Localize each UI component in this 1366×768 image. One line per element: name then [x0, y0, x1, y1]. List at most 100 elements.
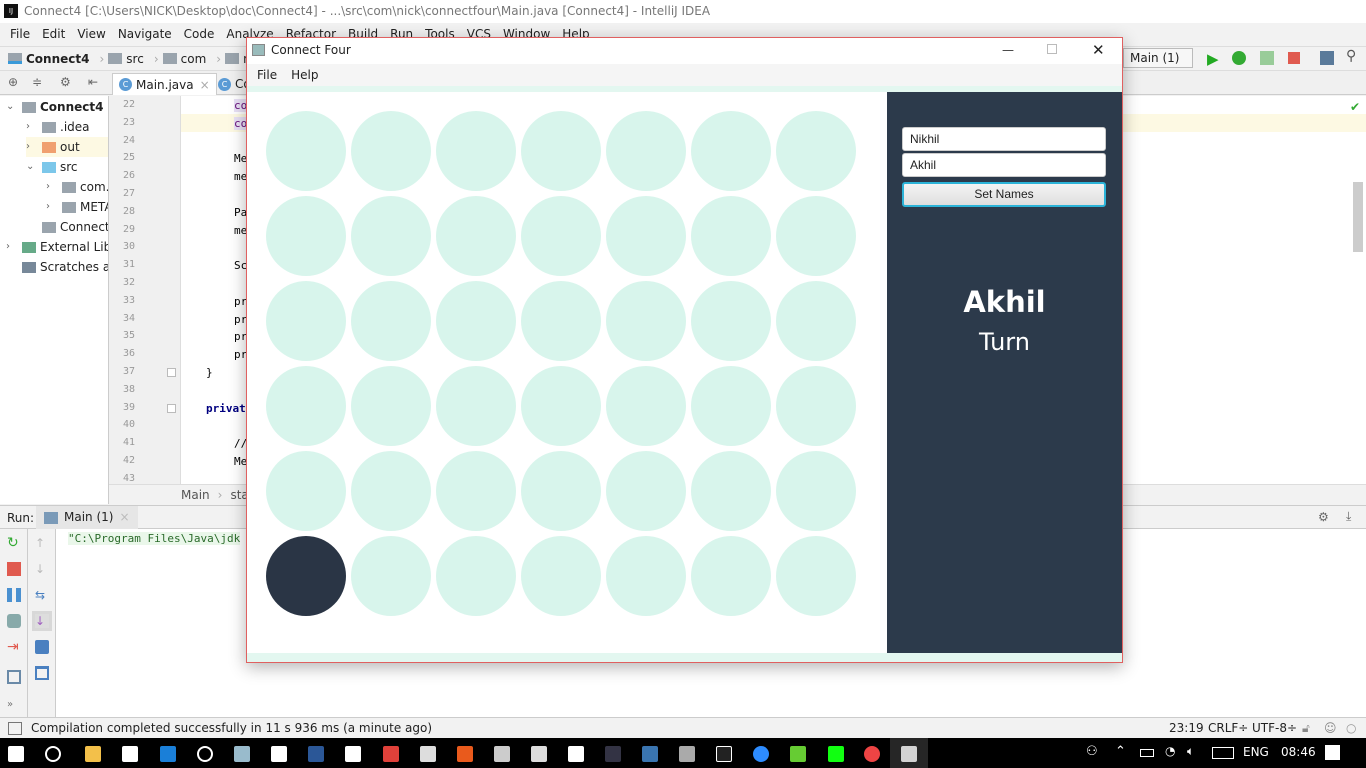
word-icon[interactable] [308, 746, 324, 762]
battery-icon[interactable] [1140, 749, 1154, 757]
close-icon[interactable]: × [200, 78, 210, 92]
notepad-icon[interactable] [234, 746, 250, 762]
empty-slot[interactable] [606, 281, 686, 361]
menu-file[interactable]: File [4, 23, 36, 45]
close-button[interactable]: ✕ [1092, 38, 1105, 62]
chevron-right-icon[interactable]: › [46, 177, 56, 197]
project-structure-icon[interactable] [1320, 51, 1334, 65]
empty-slot[interactable] [351, 366, 431, 446]
intellij-icon[interactable] [716, 746, 732, 762]
tree-item[interactable]: › META [46, 197, 108, 217]
empty-slot[interactable] [351, 451, 431, 531]
breadcrumb-connect4[interactable]: Connect4 [8, 52, 89, 66]
crumb-main[interactable]: Main [181, 488, 210, 502]
menu-code[interactable]: Code [178, 23, 221, 45]
wifi-icon[interactable]: ◔ [1165, 744, 1175, 758]
empty-slot[interactable] [351, 196, 431, 276]
layout-icon[interactable] [7, 670, 21, 684]
maximize-button[interactable] [1047, 44, 1057, 54]
empty-slot[interactable] [691, 366, 771, 446]
stop-icon[interactable] [1288, 52, 1300, 64]
drive-icon[interactable] [679, 746, 695, 762]
tree-item[interactable]: ⌄ src [26, 157, 78, 177]
start-icon[interactable] [8, 746, 24, 762]
android-icon[interactable] [790, 746, 806, 762]
office-icon[interactable] [457, 746, 473, 762]
fold-marker-icon[interactable] [167, 368, 176, 377]
menu-help[interactable]: Help [291, 64, 318, 86]
close-icon[interactable]: × [119, 506, 129, 529]
nox-icon[interactable] [605, 746, 621, 762]
menu-view[interactable]: View [71, 23, 111, 45]
debug-icon[interactable] [1232, 51, 1246, 65]
empty-slot[interactable] [351, 536, 431, 616]
menu-file[interactable]: File [257, 64, 277, 86]
chevron-right-icon[interactable]: › [26, 117, 36, 137]
people-icon[interactable]: ⚇ [1086, 744, 1098, 759]
rerun-icon[interactable]: ↻ [7, 536, 21, 550]
empty-slot[interactable] [436, 111, 516, 191]
empty-slot[interactable] [606, 536, 686, 616]
editor-scrollbar[interactable] [1353, 182, 1363, 252]
zoom-icon[interactable] [753, 746, 769, 762]
minimize-button[interactable]: — [1002, 38, 1014, 62]
maps-icon[interactable] [271, 746, 287, 762]
presentation-icon[interactable] [383, 746, 399, 762]
lock-icon[interactable]: 🔓︎ [1302, 718, 1310, 739]
pycharm-icon[interactable] [828, 746, 844, 762]
empty-slot[interactable] [606, 451, 686, 531]
tree-item[interactable]: › com. [46, 177, 108, 197]
file-explorer-icon[interactable] [85, 746, 101, 762]
event-log-icon[interactable]: ○ [1346, 718, 1356, 739]
gear-icon[interactable]: ⚙ [1318, 510, 1329, 524]
cortana-icon[interactable] [45, 746, 61, 762]
hide-panel-icon[interactable]: ⤓ [1346, 509, 1351, 524]
brightness-icon[interactable] [568, 746, 584, 762]
python-icon[interactable] [642, 746, 658, 762]
tree-item[interactable]: › out [26, 137, 108, 157]
chevron-down-icon[interactable]: ⌄ [6, 97, 16, 117]
empty-slot[interactable] [606, 196, 686, 276]
panel-toggle-icon[interactable] [8, 722, 22, 735]
run-config-select[interactable]: Main (1) ⌄ [1123, 48, 1193, 83]
caret-position[interactable]: 23:19 [1169, 718, 1204, 739]
locate-icon[interactable]: ⊕ [8, 75, 18, 89]
empty-slot[interactable] [521, 281, 601, 361]
tree-item[interactable]: Scratches and [6, 257, 108, 277]
chevron-right-icon[interactable]: › [26, 137, 36, 157]
empty-slot[interactable] [691, 196, 771, 276]
menu-navigate[interactable]: Navigate [112, 23, 178, 45]
empty-slot[interactable] [691, 111, 771, 191]
show-hidden-icons[interactable]: ⌃ [1115, 744, 1126, 759]
keyboard-icon[interactable] [1212, 747, 1234, 759]
tree-item[interactable]: › External Libra [6, 237, 108, 257]
player-one-name-input[interactable]: Nikhil [902, 127, 1106, 151]
tree-item[interactable]: ⌄Connect4C: [6, 97, 108, 117]
menu-edit[interactable]: Edit [36, 23, 71, 45]
empty-slot[interactable] [521, 366, 601, 446]
soft-wrap-icon[interactable]: ⇆ [35, 588, 49, 602]
empty-slot[interactable] [521, 196, 601, 276]
empty-slot[interactable] [691, 536, 771, 616]
empty-slot[interactable] [776, 196, 856, 276]
empty-slot[interactable] [266, 451, 346, 531]
empty-slot[interactable] [691, 451, 771, 531]
stop-icon[interactable] [7, 562, 21, 576]
player-disc[interactable] [266, 536, 346, 616]
empty-slot[interactable] [266, 366, 346, 446]
run-tab-main[interactable]: Main (1) × [36, 506, 138, 529]
language-indicator[interactable]: ENG [1243, 745, 1269, 759]
volume-icon[interactable]: 🔈︎ [1187, 744, 1194, 759]
empty-slot[interactable] [266, 281, 346, 361]
empty-slot[interactable] [436, 366, 516, 446]
collapse-icon[interactable]: ≑ [32, 75, 42, 89]
more-icon[interactable]: » [7, 699, 21, 713]
fold-marker-icon[interactable] [167, 403, 176, 413]
exit-icon[interactable]: ⇥ [7, 640, 21, 654]
file-encoding[interactable]: UTF-8÷ [1252, 718, 1297, 739]
scroll-to-end-icon[interactable]: ↓ [32, 611, 52, 631]
empty-slot[interactable] [266, 196, 346, 276]
chrome-icon[interactable] [864, 746, 880, 762]
game-board[interactable] [247, 92, 887, 653]
camera-icon[interactable] [345, 746, 361, 762]
